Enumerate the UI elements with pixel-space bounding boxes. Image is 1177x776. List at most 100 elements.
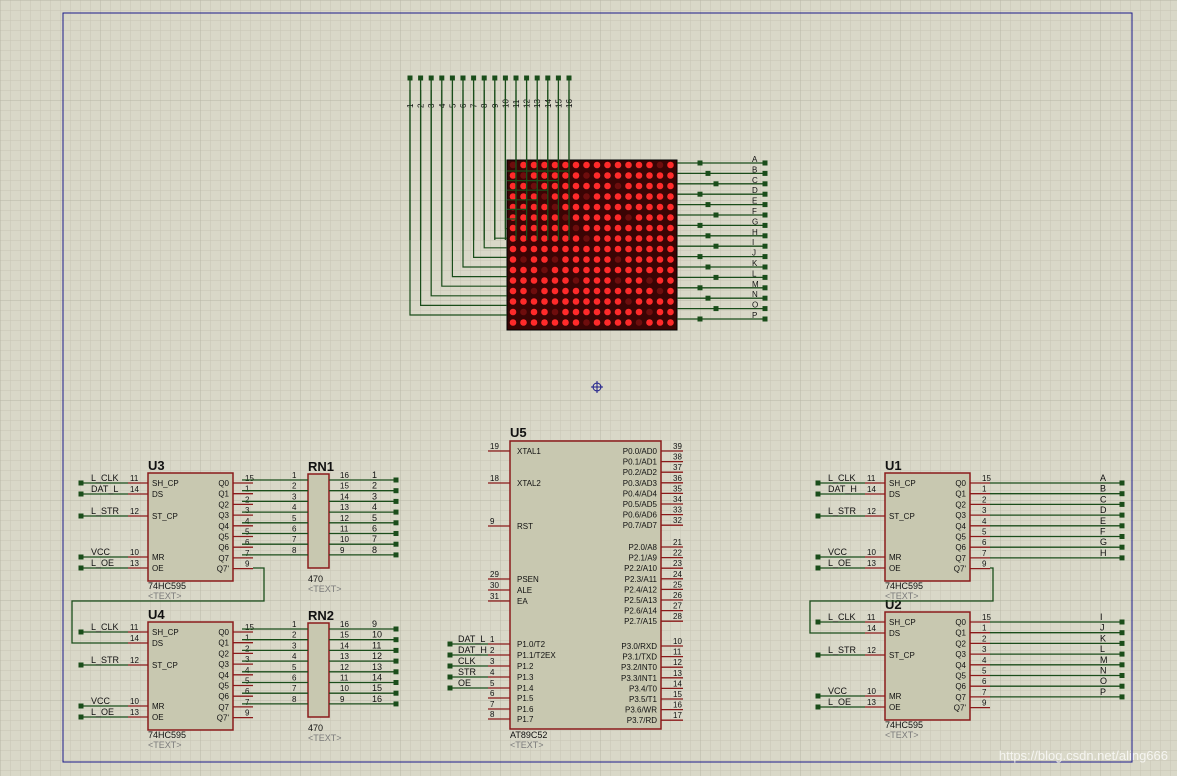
pin-number: 1 [292,471,297,480]
pin-name: ST_CP [889,512,915,521]
row-junction [705,264,711,270]
led-dot [656,277,664,284]
led-dot [572,224,580,232]
rn-ref: RN1 [308,459,334,474]
pin-number: 11 [130,474,139,483]
net-label: L_STR [828,506,857,516]
u5-ref: U5 [510,425,527,440]
row-junction [713,181,719,187]
schematic-canvas[interactable]: 1 2 3 4 5 6 7 8 9 10 11 12 13 14 15 16 A B C D E F G H I J K L M N O P … [0,0,1177,776]
led-dot [656,308,664,316]
led-dot [551,224,559,232]
led-dot [509,172,517,179]
input-terminal [815,619,821,625]
led-dot [520,256,527,263]
led-dot [614,266,622,274]
led-dot [541,172,548,179]
row-label: E [752,197,757,206]
led-dot [520,277,527,284]
pin-number: 14 [340,492,349,501]
led-dot [635,182,643,190]
pin-number: 2 [982,495,987,504]
led-dot [646,277,653,284]
led-dot [530,235,538,242]
led-dot [509,256,517,263]
pin-name: RST [517,522,533,531]
rn-net-label: 16 [372,694,382,704]
input-terminal [78,703,84,709]
pin-name: Q5 [218,533,229,542]
led-dot [614,172,622,179]
row-junction [697,222,703,228]
pin-name: Q5 [955,672,966,681]
pin-number: 5 [245,528,250,537]
row-label: C [752,176,758,185]
chip-ref: U3 [148,458,165,473]
pin-name: P1.0/T2 [517,640,546,649]
pin-name: Q4 [955,522,966,531]
pin-number: 4 [292,503,297,512]
pin-name: Q0 [218,479,229,488]
input-terminal [815,565,821,571]
chip-ref: U1 [885,458,902,473]
led-dot [593,308,601,316]
pin-name: Q0 [955,618,966,627]
pin-number: 35 [673,484,682,493]
led-dot [614,235,622,242]
led-dot [625,245,632,253]
pin-number: 14 [130,634,139,643]
chip-ref: U2 [885,597,902,612]
pin-number: 10 [673,637,682,646]
net-label: J [1100,623,1105,633]
led-dot [656,245,664,253]
input-terminal [78,554,84,560]
led-dot [656,224,664,232]
pin-name: Q7 [218,703,229,712]
row-junction [705,170,711,176]
led-dot [604,172,611,179]
led-dot [635,266,643,274]
led-dot [520,287,527,295]
led-dot [562,235,569,242]
pin-name: P0.0/AD0 [623,447,658,456]
led-dot [520,224,527,232]
u5-part: AT89C52 [510,730,547,740]
led-dot [530,193,538,200]
led-dot [593,256,601,263]
row-terminal [762,306,768,312]
led-dot [551,203,559,211]
pin-number: 7 [982,549,987,558]
pin-number: 39 [673,442,682,451]
led-dot [635,256,643,263]
rn-net-label: 2 [372,481,377,491]
led-dot [614,298,622,305]
pin-number: 3 [292,492,297,501]
pin-name: P0.4/AD4 [623,489,658,498]
row-label: I [752,238,754,247]
column-terminal [460,75,466,81]
pin-name: P3.0/RXD [621,642,657,651]
pin-number: 5 [982,528,987,537]
led-dot [656,161,664,169]
pin-name: OE [889,564,901,573]
led-dot [551,161,559,169]
pin-number: 5 [245,677,250,686]
rn-terminal [393,680,399,685]
pin-number: 8 [490,710,495,719]
row-junction [697,254,703,260]
led-dot [572,287,580,295]
pin-number: 23 [673,559,682,568]
input-terminal [815,693,821,699]
led-dot [646,256,653,263]
led-dot [583,266,590,274]
rn-net-label: 15 [372,683,382,693]
pin-number: 14 [673,679,682,688]
row-label: L [752,269,757,278]
net-label: CLK [458,656,476,666]
row-junction [705,202,711,208]
led-dot [667,287,674,295]
row-terminal [762,316,768,322]
column-terminal [545,75,551,81]
output-terminal [1119,662,1125,668]
led-dot [646,235,653,242]
